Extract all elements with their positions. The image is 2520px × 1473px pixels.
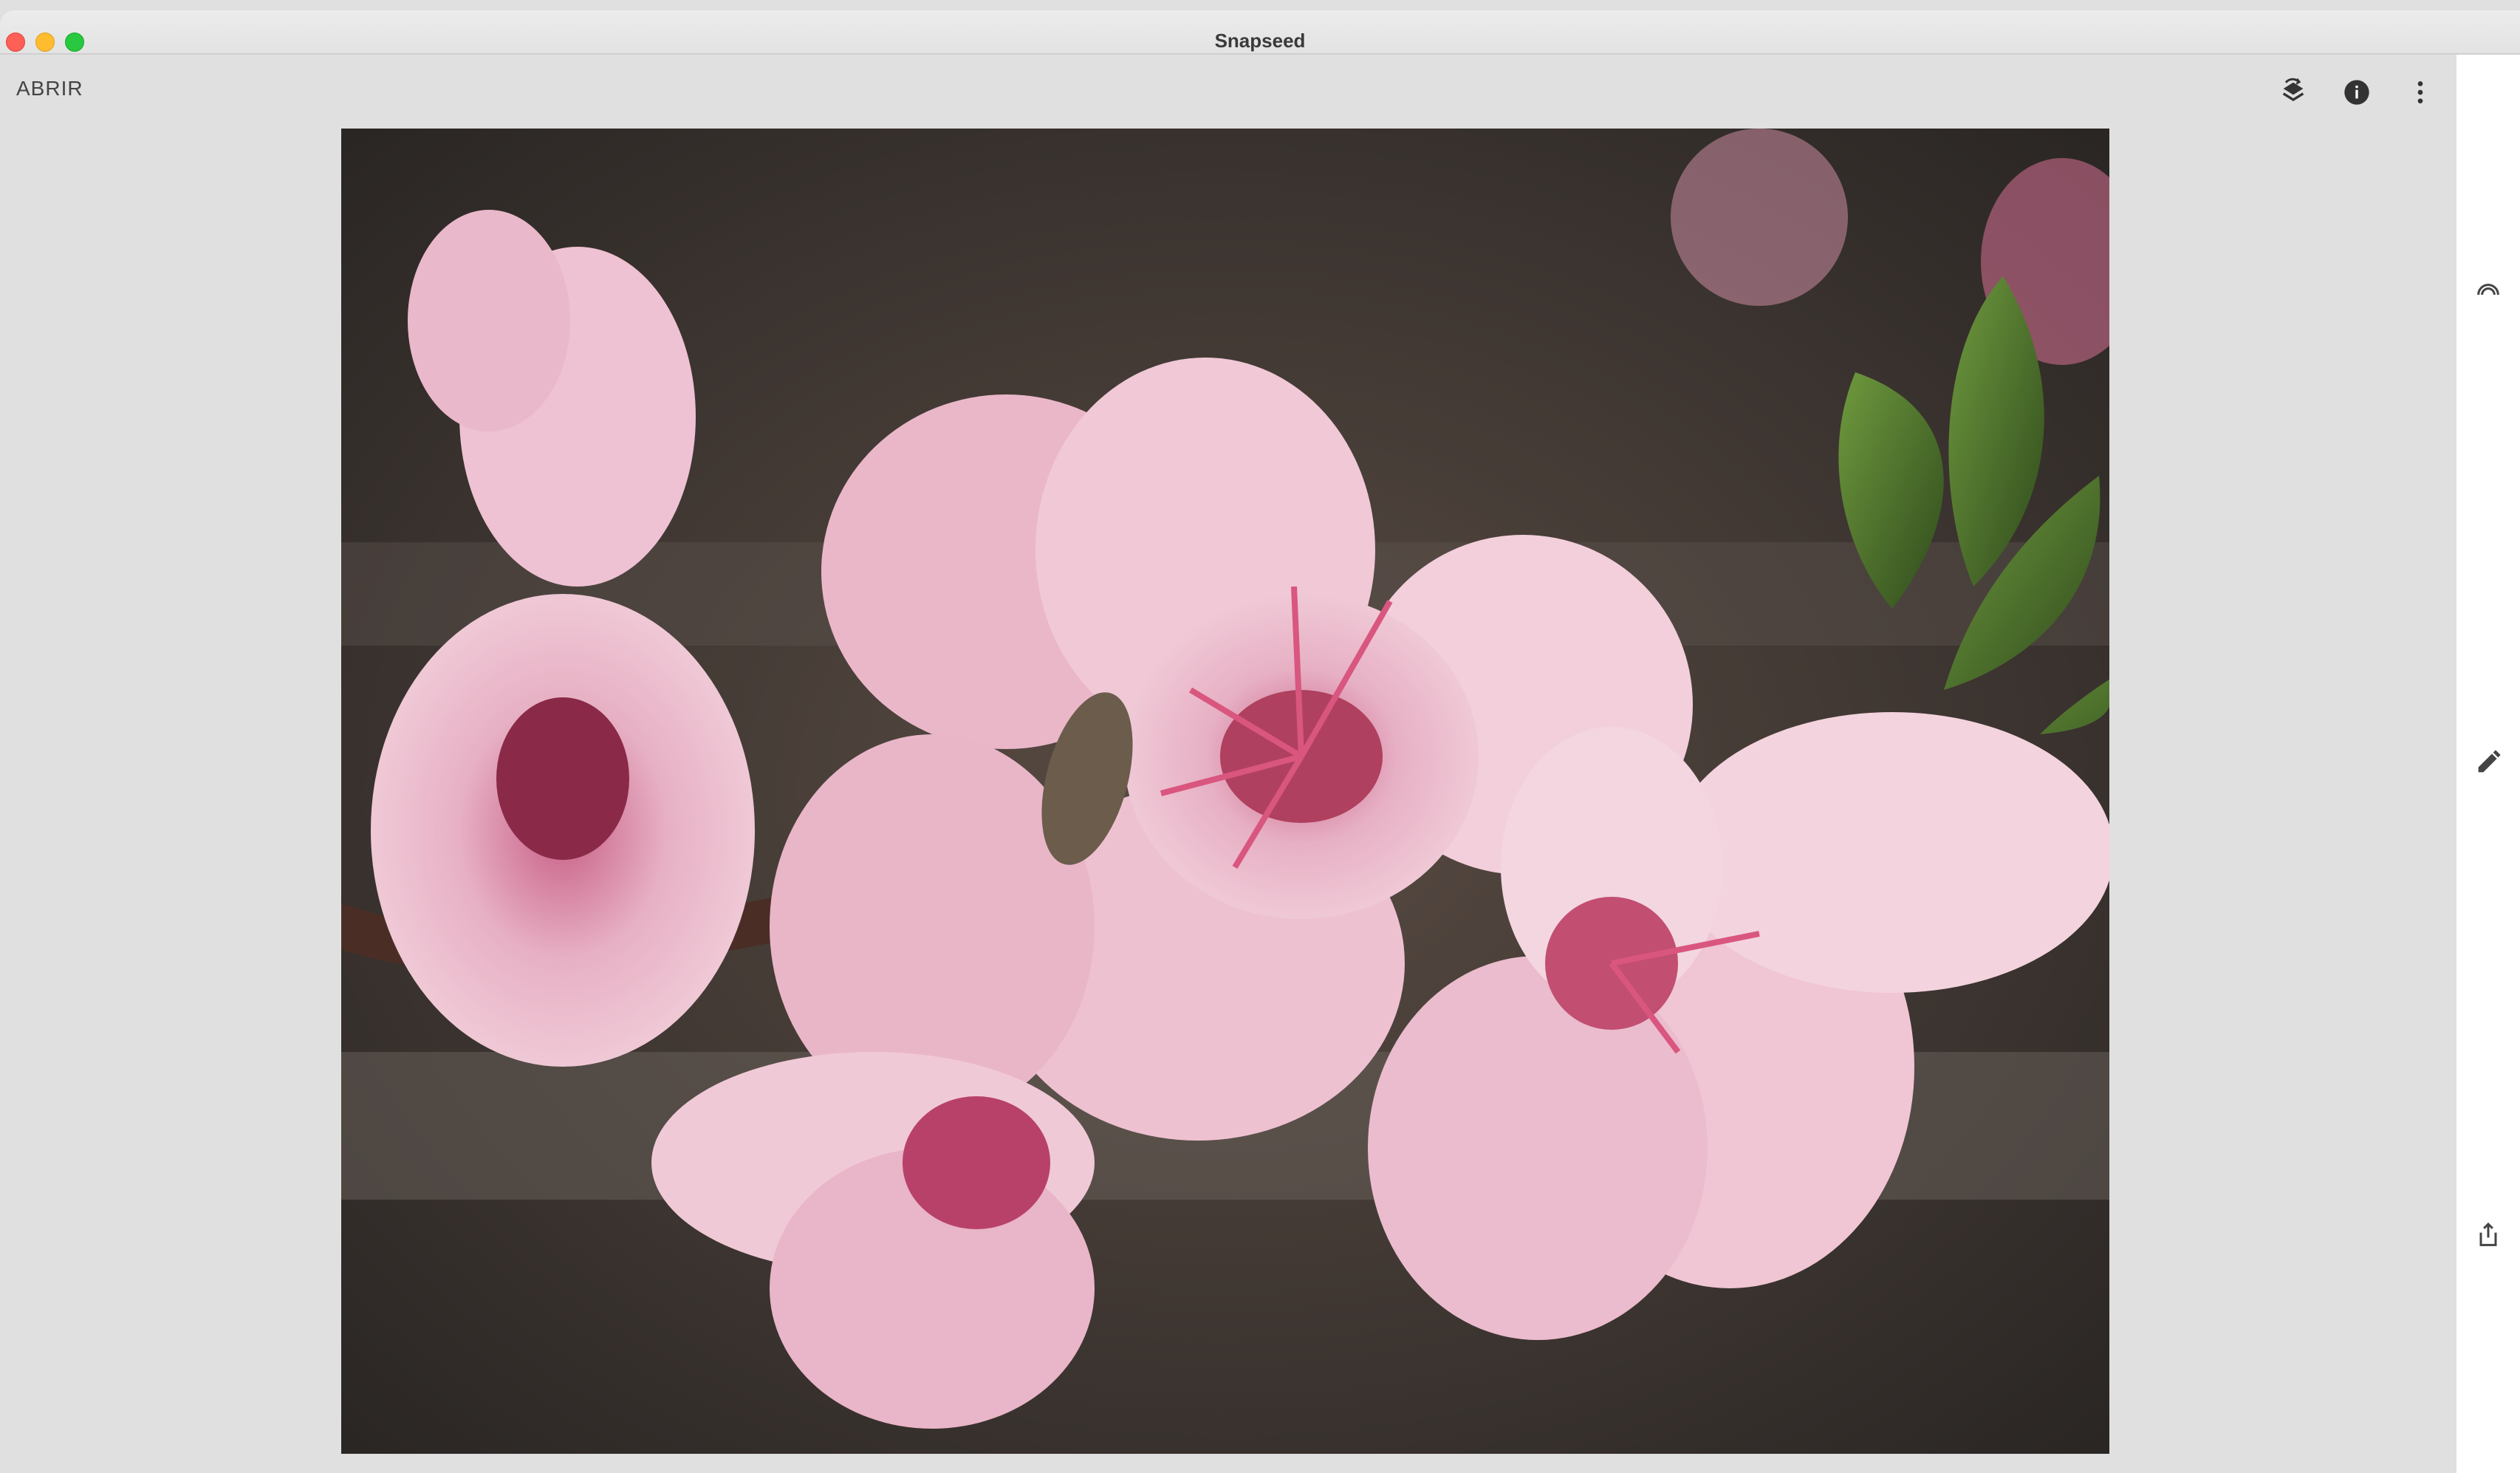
window-title: Snapseed (1214, 30, 1306, 52)
more-vert-icon[interactable] (2400, 72, 2440, 112)
title-bar: Snapseed (0, 10, 2520, 55)
edited-photo[interactable] (341, 129, 2109, 1454)
tools-pencil-icon[interactable] (2468, 742, 2509, 783)
looks-icon[interactable] (2468, 270, 2509, 312)
photo-illustration (341, 129, 2109, 1454)
info-icon[interactable] (2337, 72, 2377, 112)
open-button[interactable]: ABRIR (16, 77, 83, 100)
app-window: Snapseed ABRIR (0, 0, 2520, 1473)
export-share-icon[interactable] (2468, 1214, 2509, 1256)
image-canvas (0, 129, 2456, 1473)
undo-layers-icon[interactable] (2273, 72, 2313, 112)
top-toolbar: ABRIR (0, 55, 2456, 129)
right-tool-sidebar (2456, 55, 2520, 1473)
